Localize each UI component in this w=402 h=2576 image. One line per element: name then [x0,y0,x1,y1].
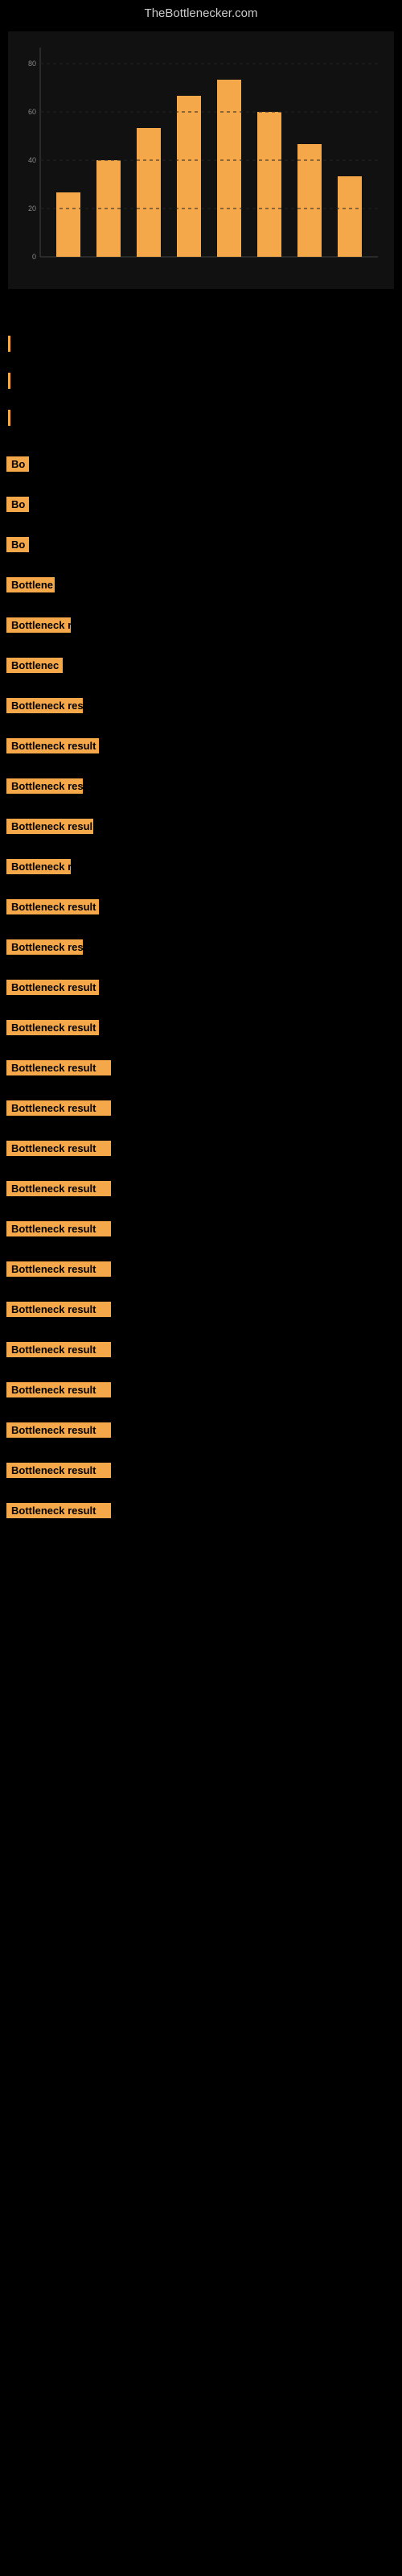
bottleneck-result-label-18: Bottleneck result [6,1141,111,1156]
result-row-10: Bottleneck resul [0,819,402,848]
chart-area: 0 20 40 60 80 [8,31,394,289]
bottleneck-result-label-22: Bottleneck result [6,1302,111,1317]
result-row-14: Bottleneck result [0,980,402,1009]
result-row-26: Bottleneck result [0,1463,402,1492]
result-row-3: Bo [0,537,402,566]
svg-text:80: 80 [28,60,36,68]
result-row-4: Bottlene [0,577,402,606]
svg-text:40: 40 [28,156,36,164]
result-row-12: Bottleneck result [0,899,402,928]
result-row-8: Bottleneck result [0,738,402,767]
fake-input-1[interactable] [8,336,169,352]
result-row-17: Bottleneck result [0,1100,402,1129]
result-row-18: Bottleneck result [0,1141,402,1170]
input-row-2 [8,373,394,389]
bottleneck-result-label-17: Bottleneck result [6,1100,111,1116]
bottleneck-result-label-2: Bo [6,497,29,512]
bottleneck-result-label-23: Bottleneck result [6,1342,111,1357]
result-row-23: Bottleneck result [0,1342,402,1371]
bottleneck-result-label-16: Bottleneck result [6,1060,111,1075]
fake-input-2[interactable] [8,373,72,389]
bottleneck-result-label-27: Bottleneck result [6,1503,111,1518]
result-row-6: Bottlenec [0,658,402,687]
bottleneck-result-label-12: Bottleneck result [6,899,99,914]
bottleneck-result-label-1: Bo [6,456,29,472]
result-row-27: Bottleneck result [0,1503,402,1532]
result-row-13: Bottleneck res [0,939,402,968]
bottleneck-result-label-5: Bottleneck r [6,617,71,633]
bottleneck-result-label-7: Bottleneck res [6,698,83,713]
result-row-7: Bottleneck res [0,698,402,727]
bottleneck-result-label-9: Bottleneck res [6,778,83,794]
result-row-24: Bottleneck result [0,1382,402,1411]
bottleneck-result-label-25: Bottleneck result [6,1422,111,1438]
bottleneck-result-label-11: Bottleneck r [6,859,71,874]
bottleneck-result-label-15: Bottleneck result [6,1020,99,1035]
svg-text:0: 0 [32,253,36,261]
result-row-15: Bottleneck result [0,1020,402,1049]
bottleneck-result-label-4: Bottlene [6,577,55,592]
result-row-1: Bo [0,456,402,485]
bottleneck-result-label-26: Bottleneck result [6,1463,111,1478]
bottleneck-result-label-20: Bottleneck result [6,1221,111,1236]
input-row-1 [8,336,394,352]
bottleneck-result-label-8: Bottleneck result [6,738,99,753]
bottleneck-result-label-21: Bottleneck result [6,1261,111,1277]
result-row-5: Bottleneck r [0,617,402,646]
svg-text:60: 60 [28,108,36,116]
result-row-11: Bottleneck r [0,859,402,888]
bottleneck-result-label-14: Bottleneck result [6,980,99,995]
result-row-19: Bottleneck result [0,1181,402,1210]
result-row-16: Bottleneck result [0,1060,402,1089]
bottleneck-result-label-24: Bottleneck result [6,1382,111,1397]
bottleneck-result-label-3: Bo [6,537,29,552]
bottleneck-result-label-13: Bottleneck res [6,939,83,955]
site-title: TheBottlenecker.com [0,0,402,23]
input-row-3 [8,410,394,426]
result-row-20: Bottleneck result [0,1221,402,1250]
result-row-9: Bottleneck res [0,778,402,807]
result-row-2: Bo [0,497,402,526]
result-row-21: Bottleneck result [0,1261,402,1290]
result-row-22: Bottleneck result [0,1302,402,1331]
bottleneck-result-label-19: Bottleneck result [6,1181,111,1196]
results-section: Bo Bo Bo Bottlene Bottleneck r Bottlenec Bottl… [0,448,402,1551]
bottleneck-result-label-10: Bottleneck resul [6,819,93,834]
svg-text:20: 20 [28,204,36,213]
fake-input-3[interactable] [8,410,24,426]
bottleneck-result-label-6: Bottlenec [6,658,63,673]
result-row-25: Bottleneck result [0,1422,402,1451]
